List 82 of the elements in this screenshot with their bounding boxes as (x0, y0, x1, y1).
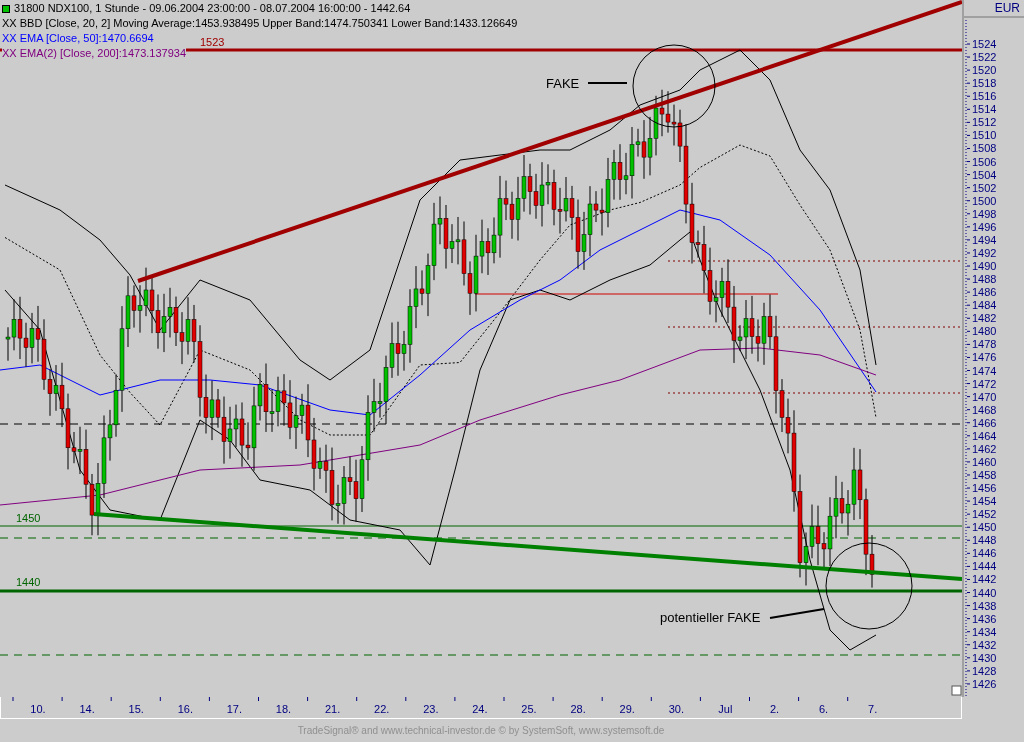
price-label: 1498 (972, 207, 997, 220)
price-label: 1454 (972, 495, 997, 508)
price-label: 1452 (972, 508, 997, 521)
price-label: 1470 (972, 390, 997, 403)
date-label: 15. (128, 703, 144, 715)
date-label: 25. (521, 703, 537, 715)
price-label: 1484 (972, 299, 997, 312)
price-label: 1440 (972, 586, 997, 599)
price-label: 1432 (972, 638, 997, 651)
price-label: 1462 (972, 442, 997, 455)
price-label: 1450 (972, 521, 997, 534)
level-label: 1523 (200, 36, 225, 48)
price-label: 1500 (972, 194, 997, 207)
date-label: 23. (423, 703, 439, 715)
currency-label: EUR (964, 0, 1024, 18)
price-label: 1442 (972, 573, 997, 586)
candle-icon (2, 4, 10, 13)
price-label: 1510 (972, 129, 997, 142)
price-label: 1430 (972, 651, 997, 664)
price-label: 1446 (972, 547, 997, 560)
date-label: 7. (868, 703, 878, 715)
indicator-legend: XX BBD [Close, 20, 2] Moving Average:1453.938495 Upper Band:1474.750341 Lower Band:1433.126649 (2, 16, 518, 31)
date-label: 28. (570, 703, 586, 715)
date-label: 6. (819, 703, 829, 715)
resize-handle-icon[interactable] (951, 685, 962, 696)
date-label: 10. (30, 703, 46, 715)
price-label: 1488 (972, 273, 997, 286)
price-label: 1466 (972, 416, 997, 429)
price-label: 1426 (972, 677, 997, 690)
date-label: 17. (226, 703, 243, 715)
price-label: 1474 (972, 364, 997, 377)
price-label: 1464 (972, 429, 997, 442)
price-label: 1492 (972, 246, 997, 259)
price-label: 1522 (972, 51, 997, 64)
price-label: 1512 (972, 116, 997, 129)
indicator-legend: XX EMA(2) [Close, 200]:1473.137934 (2, 46, 187, 61)
date-label: 24. (472, 703, 488, 715)
leader-line (769, 608, 825, 619)
level-label: 1440 (16, 576, 41, 588)
price-label: 1520 (972, 64, 997, 77)
price-label: 1478 (972, 338, 997, 351)
price-label: 1504 (972, 168, 997, 181)
annotation-label: potentieller FAKE (660, 610, 761, 625)
price-label: 1506 (972, 155, 997, 168)
price-label: 1458 (972, 469, 997, 481)
annotation-label: FAKE (546, 76, 580, 91)
date-label: 14. (79, 703, 95, 715)
price-label: 1476 (972, 351, 997, 364)
date-label: 16. (177, 703, 193, 715)
price-label: 1444 (972, 560, 997, 573)
price-label: 1490 (972, 260, 997, 272)
price-label: 1502 (972, 181, 997, 194)
price-label: 1514 (972, 103, 997, 116)
price-label: 1460 (972, 455, 997, 468)
date-label: 22. (374, 703, 390, 715)
chart-title: 31800 NDX100, 1 Stunde - 09.06.2004 23:00:00 - 08.07.2004 16:00:00 - 1442.64 (14, 1, 411, 16)
price-label: 1438 (972, 599, 997, 612)
leader-line (587, 82, 628, 84)
date-label: 2. (769, 703, 780, 715)
price-label: 1518 (972, 77, 997, 90)
price-label: 1434 (972, 625, 997, 638)
price-label: 1456 (972, 482, 997, 495)
date-label: 18. (275, 703, 292, 715)
price-label: 1436 (972, 612, 997, 625)
date-label: 29. (619, 703, 635, 715)
price-label: 1524 (972, 38, 997, 50)
date-label: Jul (718, 703, 733, 715)
price-label: 1496 (972, 220, 997, 233)
price-label: 1468 (972, 403, 997, 416)
price-label: 1428 (972, 664, 997, 677)
level-label: 1450 (16, 512, 41, 524)
price-label: 1472 (972, 377, 997, 390)
indicator-legend: XX EMA [Close, 50]:1470.6694 (2, 31, 154, 46)
date-label: 21. (324, 703, 341, 715)
price-label: 1494 (972, 233, 997, 246)
price-label: 1508 (972, 142, 997, 155)
price-label: 1486 (972, 286, 997, 299)
date-label: 30. (668, 703, 684, 715)
price-label: 1448 (972, 534, 997, 547)
price-label: 1516 (972, 90, 997, 103)
price-label: 1480 (972, 325, 997, 338)
price-label: 1482 (972, 312, 997, 325)
